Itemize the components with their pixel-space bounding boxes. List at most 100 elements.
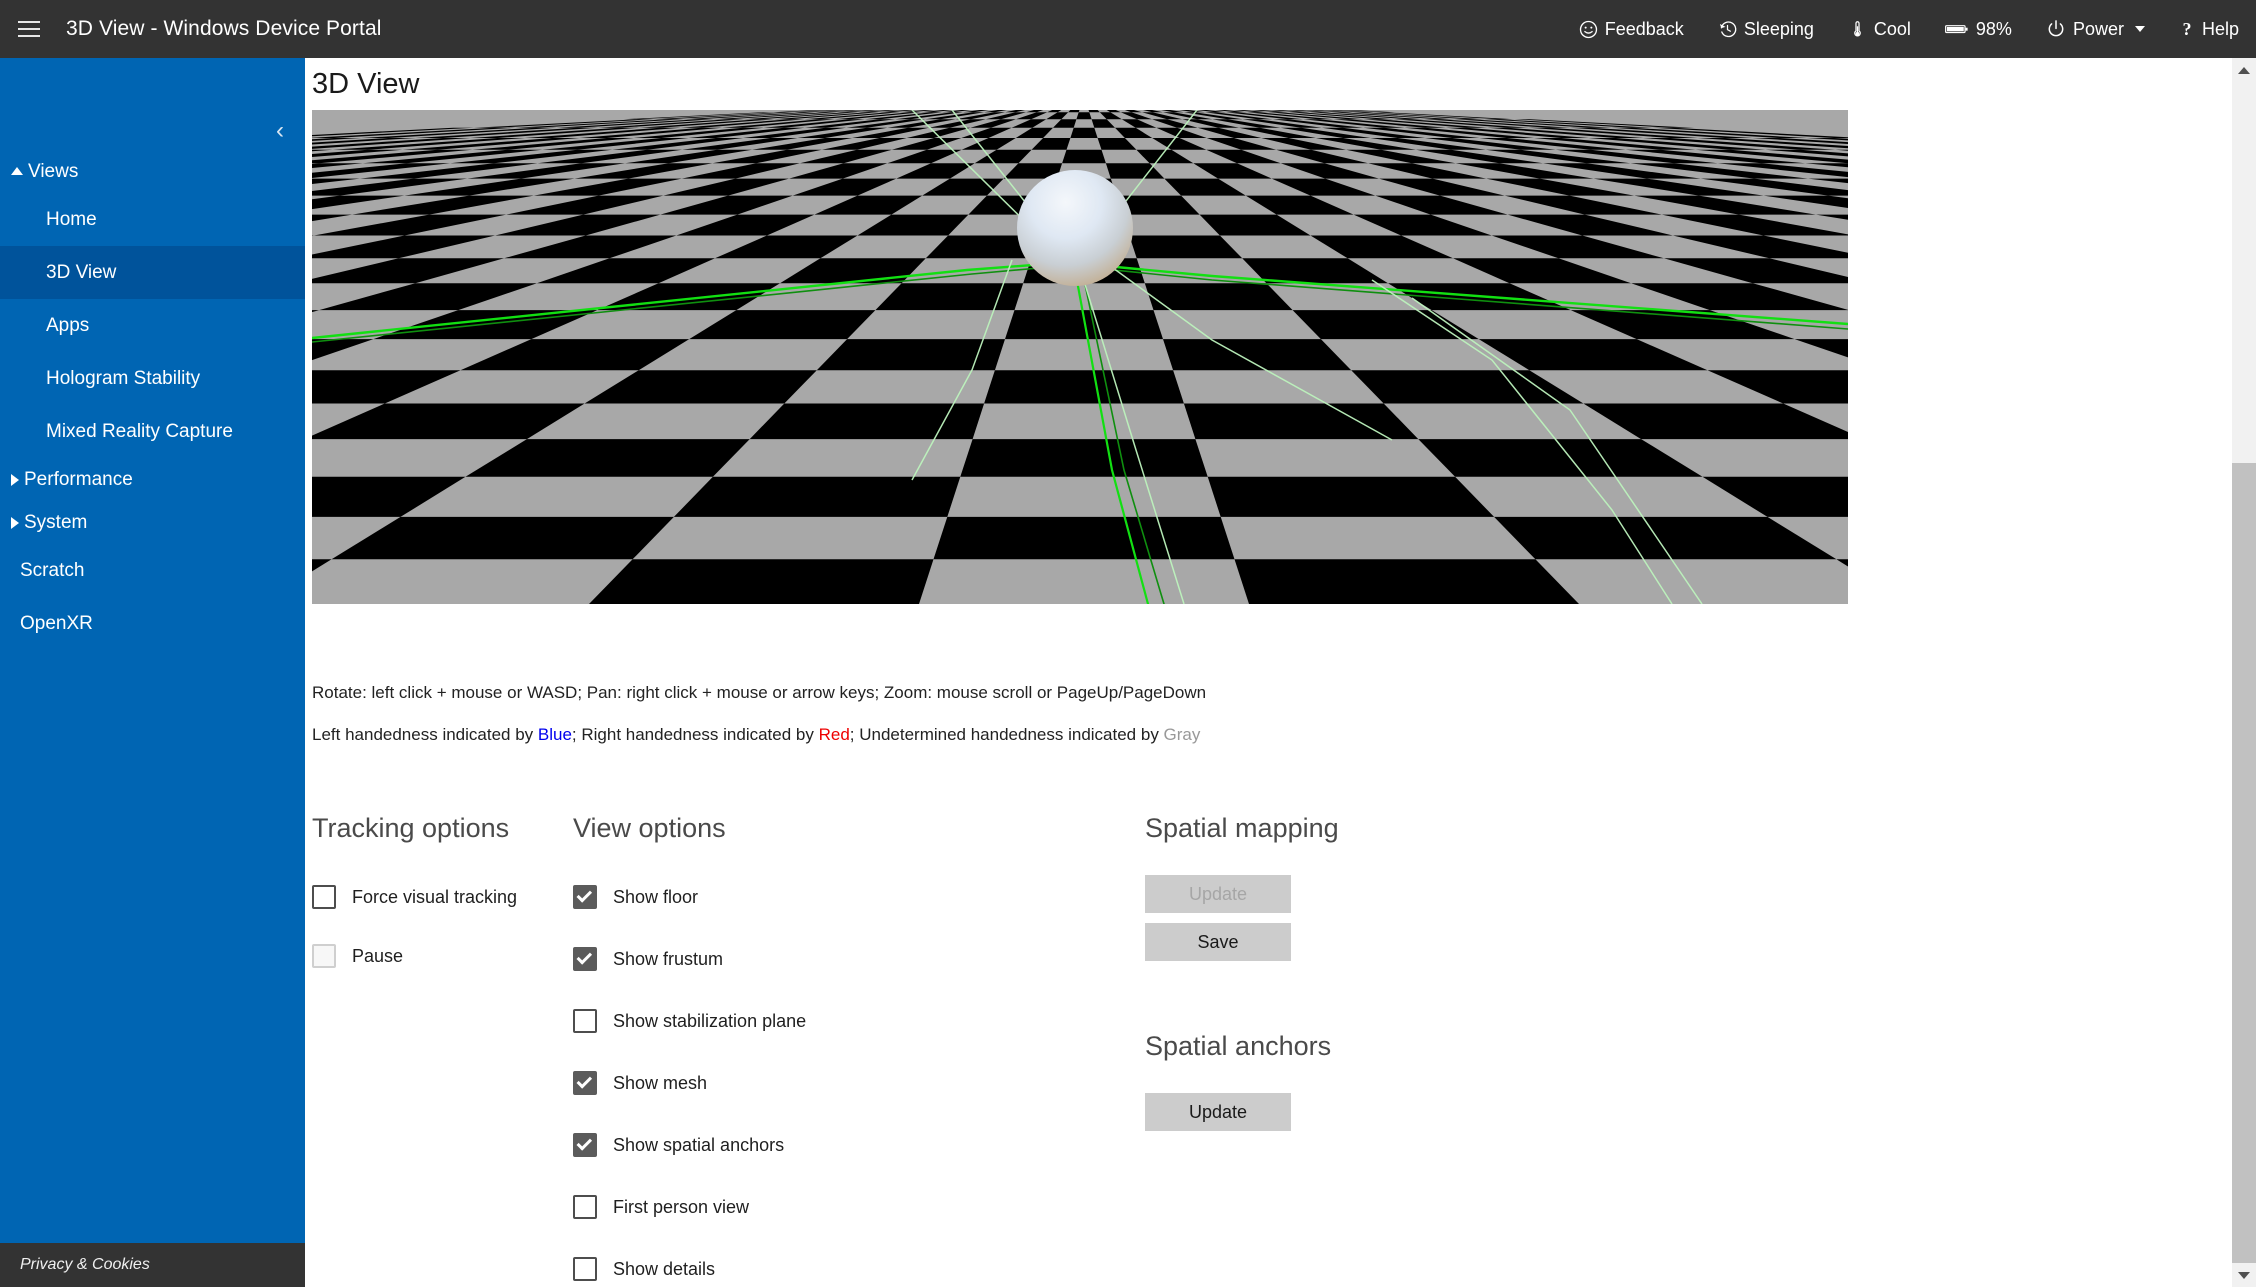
handedness-hint-part2: ; Right handedness indicated by [571, 725, 819, 744]
checkbox-show-frustum[interactable]: Show frustum [573, 944, 883, 974]
checkbox-box[interactable] [573, 1071, 597, 1095]
checkbox-box[interactable] [573, 885, 597, 909]
checkbox-label: Show stabilization plane [613, 1010, 807, 1031]
checkbox-label: Show floor [613, 886, 699, 907]
sidebar-item-apps-label: Apps [46, 314, 90, 336]
view-options-section: View options Show floor Show frustum Sho… [573, 813, 883, 1287]
checker-cell [1076, 112, 1092, 120]
sidebar-group-system[interactable]: System [0, 501, 305, 544]
spatial-mapping-save-button[interactable]: Save [1145, 923, 1291, 961]
checkbox-show-details[interactable]: Show details [573, 1254, 883, 1284]
sidebar-item-apps[interactable]: Apps [0, 299, 305, 352]
checkbox-show-spatial-anchors[interactable]: Show spatial anchors [573, 1130, 883, 1160]
handedness-hint-part1: Left handedness indicated by [312, 725, 538, 744]
sidebar-group-system-label: System [24, 511, 88, 533]
help-button[interactable]: ? Help [2162, 0, 2256, 58]
sidebar-group-views-label: Views [28, 160, 79, 182]
checkbox-label: Pause [352, 945, 404, 966]
checker-cell [816, 339, 1005, 371]
checker-cell [960, 439, 1208, 477]
checkbox-box[interactable] [573, 947, 597, 971]
3d-scene-render [312, 110, 1848, 604]
checkbox-show-floor[interactable]: Show floor [573, 882, 883, 912]
checkbox-label: Show details [613, 1258, 716, 1279]
sidebar-item-scratch-label: Scratch [20, 559, 85, 581]
checker-cell [1234, 559, 1579, 604]
sidebar-item-hologram-stability[interactable]: Hologram Stability [0, 352, 305, 405]
chevron-down-icon [2134, 26, 2145, 32]
question-mark-icon: ? [2179, 19, 2195, 39]
checkbox-show-mesh[interactable]: Show mesh [573, 1068, 883, 1098]
sidebar-item-home-label: Home [46, 208, 97, 230]
checkbox-box[interactable] [312, 944, 336, 968]
triangle-right-icon [11, 516, 19, 529]
privacy-footer-bar: Privacy & Cookies [0, 1243, 305, 1287]
sidebar-item-openxr-label: OpenXR [20, 612, 93, 634]
spatial-anchors-update-button[interactable]: Update [1145, 1093, 1291, 1131]
checkbox-first-person-view[interactable]: First person view [573, 1192, 883, 1222]
triangle-down-icon [11, 167, 23, 175]
thermometer-icon [1848, 20, 1867, 39]
checkbox-pause[interactable]: Pause [312, 941, 572, 971]
sidebar-item-openxr[interactable]: OpenXR [0, 597, 305, 650]
handedness-hint: Left handedness indicated by Blue; Right… [312, 725, 1200, 745]
sidebar-item-3d-view[interactable]: 3D View [0, 246, 305, 299]
check-icon [576, 949, 593, 965]
sidebar-group-views[interactable]: Views [0, 150, 305, 193]
check-icon [576, 1135, 593, 1151]
controls-hint: Rotate: left click + mouse or WASD; Pan:… [312, 683, 1207, 702]
battery-percent-label: 98% [1975, 18, 2012, 39]
vertical-scrollbar[interactable] [2232, 58, 2256, 1287]
sidebar-collapse-chevron-left-icon[interactable]: ‹ [263, 114, 297, 148]
scroll-up-triangle-up-icon[interactable] [2232, 58, 2256, 82]
spatial-mapping-title: Spatial mapping [1145, 813, 1339, 843]
checkbox-show-stabilization-plane[interactable]: Show stabilization plane [573, 1006, 883, 1036]
tracking-options-section: Tracking options Force visual tracking P… [312, 813, 572, 971]
scrollbar-thumb[interactable] [2232, 463, 2256, 1263]
feedback-button[interactable]: Feedback [1562, 0, 1701, 58]
hamburger-menu-icon[interactable] [0, 0, 58, 58]
view-options-title: View options [573, 813, 726, 843]
checker-cell [749, 403, 985, 440]
checkbox-label: Show frustum [613, 948, 724, 969]
sidebar-group-performance-label: Performance [24, 468, 133, 490]
svg-text:?: ? [2182, 19, 2191, 39]
checkbox-box[interactable] [573, 1009, 597, 1033]
sidebar-item-mixed-reality-capture-label: Mixed Reality Capture [46, 420, 233, 442]
privacy-and-cookies-link[interactable]: Privacy & Cookies [0, 1256, 150, 1274]
top-bar: 3D View - Windows Device Portal Feedback… [0, 0, 2256, 58]
battery-icon [1944, 22, 1969, 36]
checker-cell [933, 516, 1235, 560]
page-title: 3D View [312, 68, 420, 100]
help-label: Help [2201, 18, 2239, 39]
sidebar-item-3d-view-label: 3D View [46, 261, 117, 283]
checkbox-force-visual-tracking[interactable]: Force visual tracking [312, 882, 572, 912]
sleep-state-indicator[interactable]: Sleeping [1701, 0, 1831, 58]
checkbox-label: Show mesh [613, 1072, 708, 1093]
3d-scene-viewport[interactable] [312, 110, 1848, 604]
sidebar-item-home[interactable]: Home [0, 193, 305, 246]
scroll-down-triangle-down-icon[interactable] [2232, 1263, 2256, 1287]
sidebar-item-mixed-reality-capture[interactable]: Mixed Reality Capture [0, 405, 305, 458]
checkbox-label: First person view [613, 1196, 750, 1217]
checker-cell [673, 476, 961, 517]
handedness-red-label: Red [818, 725, 850, 744]
check-icon [576, 1073, 593, 1089]
sidebar-group-performance[interactable]: Performance [0, 458, 305, 501]
spatial-mapping-update-button[interactable]: Update [1145, 875, 1291, 913]
temperature-indicator[interactable]: Cool [1831, 0, 1928, 58]
sidebar: ‹ Views Home 3D View Apps Hologram Stabi… [0, 58, 305, 1287]
sidebar-item-scratch[interactable]: Scratch [0, 544, 305, 597]
power-menu-button[interactable]: Power [2029, 0, 2162, 58]
checker-cell [1207, 476, 1495, 517]
main-content: 3D View Rotate: left click + mouse or WA… [305, 58, 2222, 1287]
checkbox-box[interactable] [573, 1195, 597, 1219]
check-icon [576, 887, 593, 903]
checker-cell [589, 559, 934, 604]
tracking-options-title: Tracking options [312, 813, 510, 843]
checker-cell [1183, 403, 1419, 440]
checkbox-box[interactable] [573, 1133, 597, 1157]
checkbox-box[interactable] [573, 1257, 597, 1281]
checkbox-box[interactable] [312, 885, 336, 909]
battery-indicator[interactable]: 98% [1928, 0, 2029, 58]
